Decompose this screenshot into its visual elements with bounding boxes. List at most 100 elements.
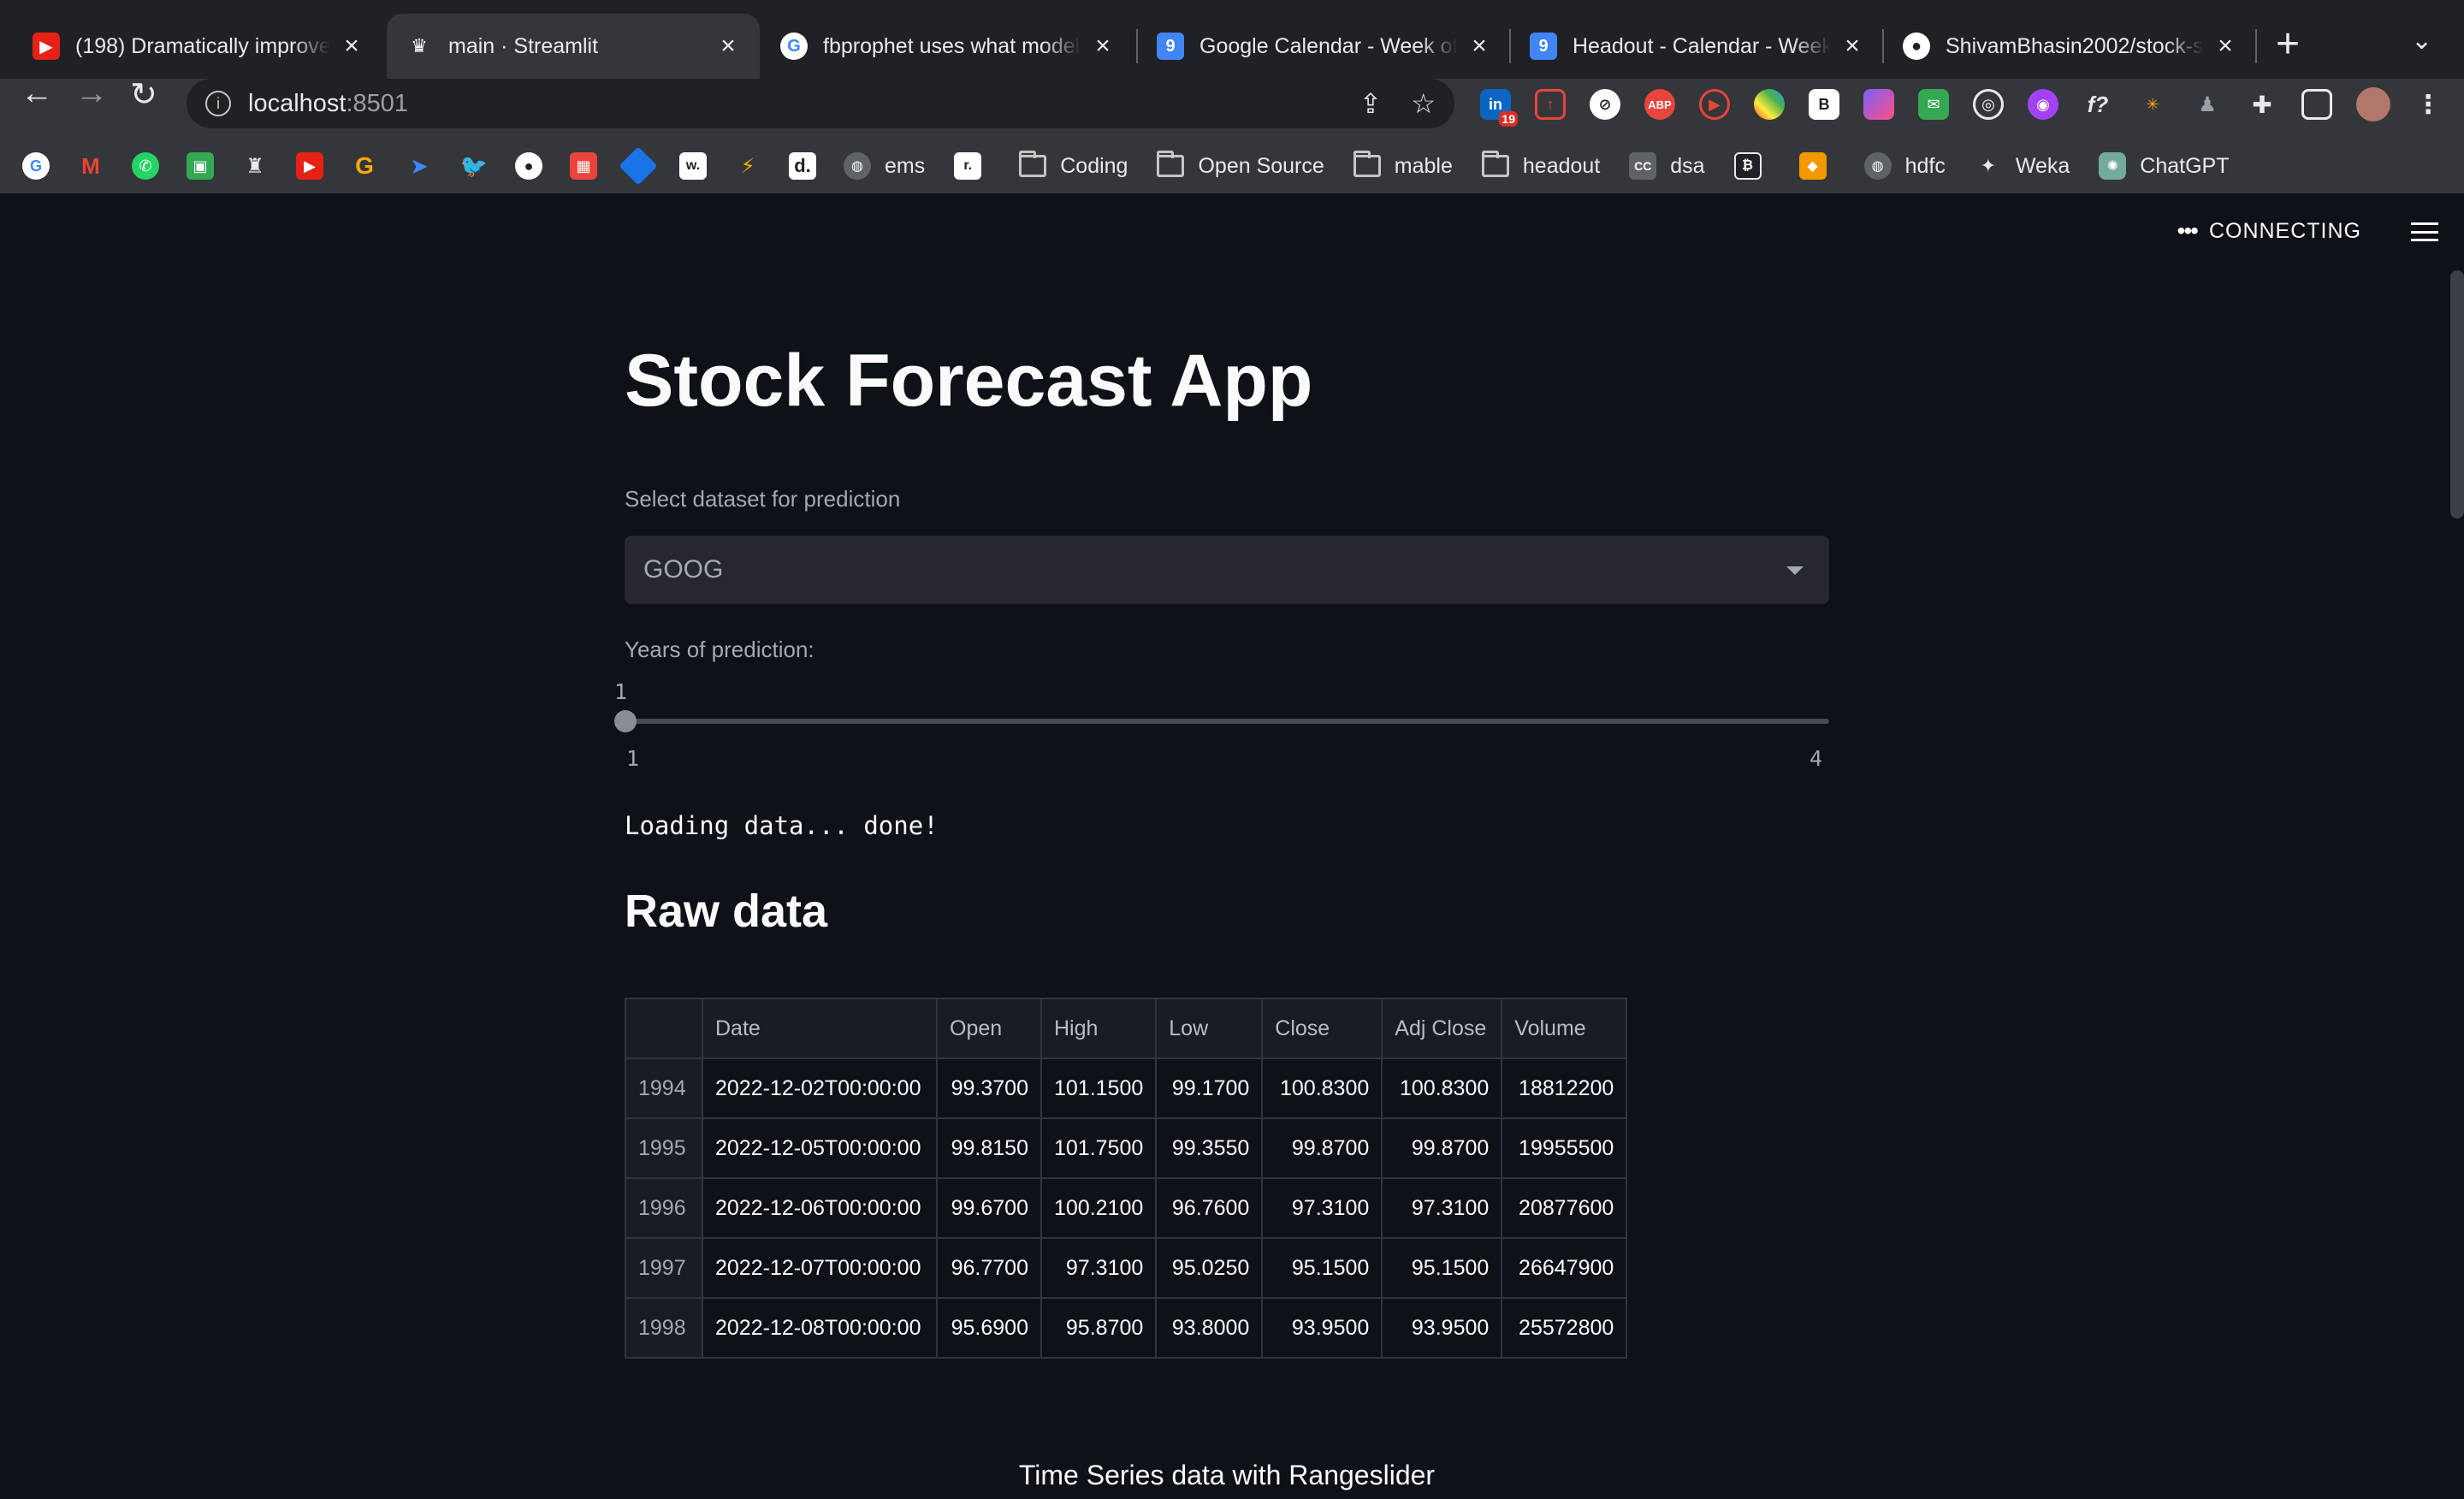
bookmarks-bar: G M ✆ ▣ ♜ ▶ G ➤ 🐦 ● ▦ w. ⚡ d. ◍ ems r. Co… xyxy=(0,142,2259,190)
column-header-index[interactable] xyxy=(625,998,703,1059)
table-row[interactable]: 1998 2022-12-08T00:00:00 95.6900 95.8700… xyxy=(625,1297,1628,1359)
bookmark-star-icon[interactable]: ☆ xyxy=(1411,87,1436,120)
table-row[interactable]: 1996 2022-12-06T00:00:00 99.6700 100.210… xyxy=(625,1177,1628,1239)
google-icon[interactable]: G xyxy=(22,152,50,180)
years-slider-thumb[interactable] xyxy=(614,710,637,732)
globe-icon: ◍ xyxy=(1863,152,1892,180)
side-panel-icon[interactable] xyxy=(2301,89,2332,120)
back-button[interactable]: ← xyxy=(21,75,53,112)
kingdom-icon[interactable]: ♜ xyxy=(241,152,269,180)
tab-youtube[interactable]: ▶ (198) Dramatically improve × xyxy=(14,14,383,79)
close-icon[interactable]: × xyxy=(1839,32,1865,61)
column-header-open[interactable]: Open xyxy=(936,998,1042,1059)
column-header-close[interactable]: Close xyxy=(1261,998,1383,1059)
target-extension-icon[interactable]: ◎ xyxy=(1973,89,2004,120)
column-header-high[interactable]: High xyxy=(1040,998,1158,1059)
bookmark-open-source[interactable]: Open Source xyxy=(1157,151,1324,179)
gmail-icon[interactable]: M xyxy=(77,152,104,180)
cell-low: 95.0250 xyxy=(1155,1237,1264,1299)
tab-streamlit[interactable]: ♛ main · Streamlit × xyxy=(387,14,760,79)
block-extension-icon[interactable]: ⊘ xyxy=(1590,89,1620,120)
linkedin-extension-icon[interactable]: in 19 xyxy=(1480,89,1518,127)
close-icon[interactable]: × xyxy=(1466,32,1492,61)
youtube-icon[interactable]: ▶ xyxy=(296,152,323,180)
d-icon[interactable]: d. xyxy=(789,152,816,180)
reload-button[interactable]: ↻ xyxy=(130,75,157,114)
hamburger-menu-icon[interactable] xyxy=(2411,222,2438,241)
bookmark-ems[interactable]: ◍ ems xyxy=(844,152,925,180)
column-header-low[interactable]: Low xyxy=(1155,998,1264,1059)
tab-github[interactable]: ● ShivamBhasin2002/stock-s × xyxy=(1884,14,2257,79)
table-row[interactable]: 1995 2022-12-05T00:00:00 99.8150 101.750… xyxy=(625,1117,1628,1179)
whatsapp-icon[interactable]: ✆ xyxy=(132,152,159,180)
leetcode-icon[interactable]: ⚡ xyxy=(734,152,761,180)
bookmark-hdfc[interactable]: ◍ hdfc xyxy=(1863,152,1946,180)
box-icon: ◆ xyxy=(1798,152,1827,180)
cell-adj-close: 99.8700 xyxy=(1381,1117,1503,1179)
browser-menu-icon[interactable]: ⋮ xyxy=(2413,89,2443,120)
profile-avatar[interactable] xyxy=(2356,87,2390,121)
address-bar[interactable]: i localhost:8501 ⇪ ☆ xyxy=(187,79,1454,128)
bookmark-mable[interactable]: mable xyxy=(1353,151,1453,179)
weka-bird-icon: ✦ xyxy=(1980,155,1997,176)
tab-google-calendar[interactable]: 9 Google Calendar - Week of × xyxy=(1138,14,1511,79)
meet-icon[interactable]: ▣ xyxy=(187,152,214,180)
row-index: 1996 xyxy=(625,1177,703,1239)
dataset-selected-value: GOOG xyxy=(643,555,724,584)
grammarly-icon[interactable]: G xyxy=(351,152,378,180)
column-header-volume[interactable]: Volume xyxy=(1501,998,1628,1059)
bookmark-bitcoin[interactable]: ₿ xyxy=(1733,152,1775,180)
formula-extension-icon[interactable]: f? xyxy=(2082,89,2113,120)
dataset-select[interactable]: GOOG xyxy=(625,536,1829,604)
purple-extension-icon[interactable]: ◉ xyxy=(2028,89,2058,120)
forward-button[interactable]: → xyxy=(75,75,108,112)
raw-data-table[interactable]: Date Open High Low Close Adj Close Volum… xyxy=(625,998,1628,1359)
column-header-adj-close[interactable]: Adj Close xyxy=(1381,998,1503,1059)
b-extension-icon[interactable]: B xyxy=(1809,89,1839,120)
linear-extension-icon[interactable] xyxy=(1863,89,1894,120)
github-icon[interactable]: ● xyxy=(515,152,542,180)
c-extension-icon[interactable]: ✳ xyxy=(2137,89,2168,120)
years-slider-track[interactable] xyxy=(625,719,1829,724)
upload-extension-icon[interactable]: ↑ xyxy=(1535,89,1566,120)
arrow-app-icon[interactable]: ➤ xyxy=(406,152,433,180)
tab-google-search[interactable]: G fbprophet uses what model × xyxy=(761,14,1134,79)
diamond-icon[interactable] xyxy=(619,146,658,186)
dataset-label: Select dataset for prediction xyxy=(625,486,901,512)
scrollbar[interactable] xyxy=(2450,270,2464,518)
url-text[interactable]: localhost:8501 xyxy=(248,90,408,118)
close-icon[interactable]: × xyxy=(715,32,741,61)
play-extension-icon[interactable]: ▶ xyxy=(1699,89,1730,120)
bookmark-weka[interactable]: ✦ Weka xyxy=(1975,152,2070,180)
table-row[interactable]: 1994 2022-12-02T00:00:00 99.3700 101.150… xyxy=(625,1058,1628,1119)
info-icon[interactable]: i xyxy=(205,91,231,116)
close-icon[interactable]: × xyxy=(2212,32,2238,61)
tab-search-chevron-icon[interactable]: ⌄ xyxy=(2411,26,2432,56)
close-icon[interactable]: × xyxy=(339,32,364,61)
bookmark-coding[interactable]: Coding xyxy=(1019,151,1128,179)
calendar-red-icon[interactable]: ▦ xyxy=(570,152,597,180)
adblock-extension-icon[interactable]: ABP xyxy=(1644,89,1675,120)
bookmark-box[interactable]: ◆ xyxy=(1798,152,1840,180)
w-icon[interactable]: w. xyxy=(679,152,707,180)
close-icon[interactable]: × xyxy=(1090,32,1116,61)
column-header-date[interactable]: Date xyxy=(702,998,938,1059)
table-row[interactable]: 1997 2022-12-07T00:00:00 96.7700 97.3100… xyxy=(625,1237,1628,1299)
extension-badge: 19 xyxy=(1499,111,1518,127)
twitter-icon[interactable]: 🐦 xyxy=(460,152,488,180)
tab-title: (198) Dramatically improve xyxy=(75,33,330,58)
bookmark-headout[interactable]: headout xyxy=(1481,151,1600,179)
cell-date: 2022-12-02T00:00:00 xyxy=(702,1058,938,1119)
mail-extension-icon[interactable]: ✉ xyxy=(1918,89,1949,120)
extensions-puzzle-icon[interactable]: ✚ xyxy=(2247,89,2277,120)
tab-headout-calendar[interactable]: 9 Headout - Calendar - Week × xyxy=(1511,14,1884,79)
share-icon[interactable]: ⇪ xyxy=(1359,87,1383,120)
bookmark-chatgpt[interactable]: ✺ ChatGPT xyxy=(2099,152,2230,180)
new-tab-button[interactable]: + xyxy=(2276,21,2300,68)
color-picker-extension-icon[interactable] xyxy=(1754,89,1785,120)
puzzle-gray-extension-icon[interactable]: ♟ xyxy=(2192,89,2223,120)
years-label: Years of prediction: xyxy=(625,637,814,662)
bookmark-r[interactable]: r. xyxy=(954,152,995,180)
cell-open: 99.8150 xyxy=(936,1117,1042,1179)
bookmark-dsa[interactable]: CC dsa xyxy=(1629,152,1705,180)
